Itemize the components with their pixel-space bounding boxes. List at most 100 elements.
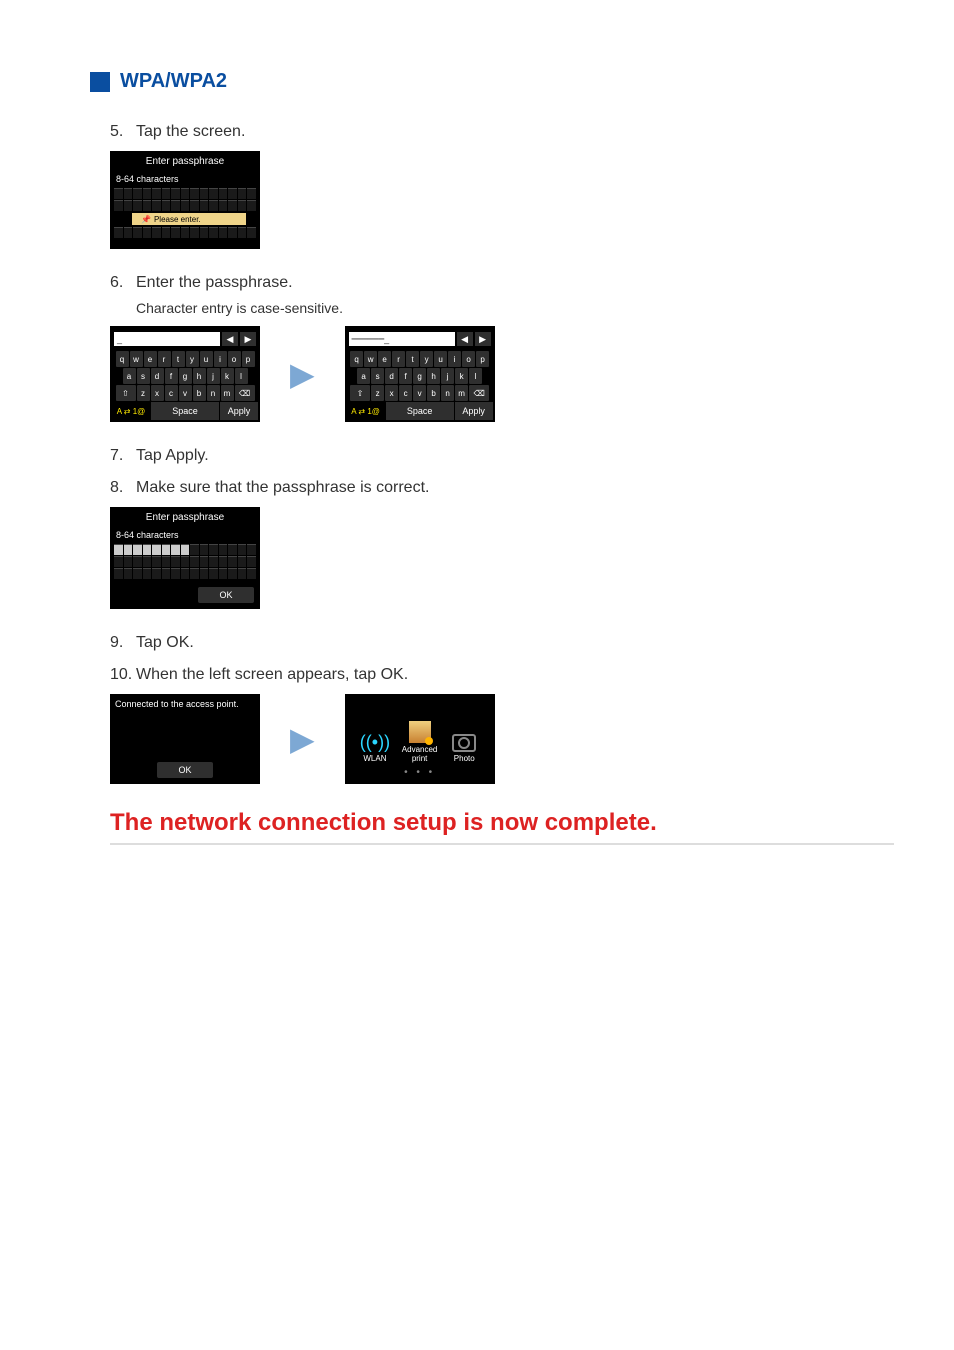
cursor-right-button[interactable]: ▶ bbox=[240, 332, 256, 346]
key-o[interactable]: o bbox=[462, 351, 475, 367]
completion-message: The network connection setup is now comp… bbox=[110, 809, 894, 845]
mode-key[interactable]: A ⇄ 1@ bbox=[112, 402, 150, 420]
keyboard-screen-after: ━━━━━━_ ◀ ▶ qwertyuiop asdfghjkl ⇧zxcvbn… bbox=[345, 326, 495, 422]
step-text: Enter the passphrase. bbox=[136, 274, 894, 292]
apply-key[interactable]: Apply bbox=[220, 402, 258, 420]
photo-label: Photo bbox=[454, 755, 475, 763]
key-w[interactable]: w bbox=[130, 351, 143, 367]
key-r[interactable]: r bbox=[392, 351, 405, 367]
key-d[interactable]: d bbox=[385, 368, 398, 384]
mode-key[interactable]: A ⇄ 1@ bbox=[347, 402, 385, 420]
text-field[interactable]: ━━━━━━_ bbox=[349, 332, 455, 346]
apply-key[interactable]: Apply bbox=[455, 402, 493, 420]
text-field[interactable]: _ bbox=[114, 332, 220, 346]
input-bar: _ ◀ ▶ bbox=[112, 328, 258, 350]
passphrase-confirm-screen: Enter passphrase 8-64 characters OK bbox=[110, 507, 260, 609]
key-b[interactable]: b bbox=[427, 385, 440, 401]
wlan-label: WLAN bbox=[363, 755, 386, 763]
ok-button[interactable]: OK bbox=[157, 762, 213, 778]
key-r[interactable]: r bbox=[158, 351, 171, 367]
key-a[interactable]: a bbox=[357, 368, 370, 384]
key-⇧[interactable]: ⇧ bbox=[116, 385, 136, 401]
advanced-print-icon bbox=[409, 721, 431, 743]
key-h[interactable]: h bbox=[427, 368, 440, 384]
key-i[interactable]: i bbox=[214, 351, 227, 367]
key-p[interactable]: p bbox=[476, 351, 489, 367]
connected-message: Connected to the access point. bbox=[115, 699, 255, 710]
step-number: 10. bbox=[110, 666, 136, 684]
key-a[interactable]: a bbox=[123, 368, 136, 384]
key-o[interactable]: o bbox=[228, 351, 241, 367]
step-text: Tap the screen. bbox=[136, 123, 894, 141]
key-h[interactable]: h bbox=[193, 368, 206, 384]
home-screen: ((•)) WLAN Advanced print Photo • • • bbox=[345, 694, 495, 784]
key-⇧[interactable]: ⇧ bbox=[350, 385, 370, 401]
key-l[interactable]: l bbox=[469, 368, 482, 384]
bullet-icon bbox=[90, 72, 110, 92]
key-b[interactable]: b bbox=[193, 385, 206, 401]
key-j[interactable]: j bbox=[441, 368, 454, 384]
key-m[interactable]: m bbox=[455, 385, 468, 401]
step-text: Tap Apply. bbox=[136, 447, 894, 465]
key-t[interactable]: t bbox=[172, 351, 185, 367]
key-w[interactable]: w bbox=[364, 351, 377, 367]
key-f[interactable]: f bbox=[399, 368, 412, 384]
key-q[interactable]: q bbox=[116, 351, 129, 367]
key-s[interactable]: s bbox=[371, 368, 384, 384]
tooltip-please-enter: 📌Please enter. bbox=[132, 213, 246, 225]
key-d[interactable]: d bbox=[151, 368, 164, 384]
key-e[interactable]: e bbox=[144, 351, 157, 367]
key-k[interactable]: k bbox=[455, 368, 468, 384]
wlan-item[interactable]: ((•)) WLAN bbox=[355, 733, 395, 763]
key-k[interactable]: k bbox=[221, 368, 234, 384]
key-u[interactable]: u bbox=[200, 351, 213, 367]
key-⌫[interactable]: ⌫ bbox=[235, 385, 255, 401]
key-p[interactable]: p bbox=[242, 351, 255, 367]
step-10: 10. When the left screen appears, tap OK… bbox=[110, 666, 894, 684]
key-u[interactable]: u bbox=[434, 351, 447, 367]
step-9: 9. Tap OK. bbox=[110, 634, 894, 652]
key-l[interactable]: l bbox=[235, 368, 248, 384]
step-number: 7. bbox=[110, 447, 136, 465]
cursor-left-button[interactable]: ◀ bbox=[222, 332, 238, 346]
passphrase-entry-screen: Enter passphrase 8-64 characters 📌Please… bbox=[110, 151, 260, 249]
space-key[interactable]: Space bbox=[151, 402, 219, 420]
key-e[interactable]: e bbox=[378, 351, 391, 367]
ok-button[interactable]: OK bbox=[198, 587, 254, 603]
key-g[interactable]: g bbox=[413, 368, 426, 384]
key-q[interactable]: q bbox=[350, 351, 363, 367]
key-v[interactable]: v bbox=[413, 385, 426, 401]
space-key[interactable]: Space bbox=[386, 402, 454, 420]
key-c[interactable]: c bbox=[165, 385, 178, 401]
key-z[interactable]: z bbox=[371, 385, 384, 401]
step-number: 5. bbox=[110, 123, 136, 141]
key-i[interactable]: i bbox=[448, 351, 461, 367]
key-g[interactable]: g bbox=[179, 368, 192, 384]
key-n[interactable]: n bbox=[441, 385, 454, 401]
keyboard[interactable]: qwertyuiop asdfghjkl ⇧zxcvbnm⌫ A ⇄ 1@ Sp… bbox=[347, 351, 493, 420]
cursor-right-button[interactable]: ▶ bbox=[475, 332, 491, 346]
key-v[interactable]: v bbox=[179, 385, 192, 401]
screen-title: Enter passphrase bbox=[110, 151, 260, 171]
key-f[interactable]: f bbox=[165, 368, 178, 384]
photo-item[interactable]: Photo bbox=[444, 734, 484, 763]
key-c[interactable]: c bbox=[399, 385, 412, 401]
key-z[interactable]: z bbox=[137, 385, 150, 401]
key-s[interactable]: s bbox=[137, 368, 150, 384]
step-6: 6. Enter the passphrase. bbox=[110, 274, 894, 292]
advanced-print-item[interactable]: Advanced print bbox=[400, 721, 440, 763]
key-x[interactable]: x bbox=[151, 385, 164, 401]
keyboard[interactable]: qwertyuiop asdfghjkl ⇧zxcvbnm⌫ A ⇄ 1@ Sp… bbox=[112, 351, 258, 420]
key-n[interactable]: n bbox=[207, 385, 220, 401]
key-⌫[interactable]: ⌫ bbox=[469, 385, 489, 401]
key-y[interactable]: y bbox=[186, 351, 199, 367]
advanced-print-label: Advanced print bbox=[400, 746, 440, 763]
key-t[interactable]: t bbox=[406, 351, 419, 367]
key-y[interactable]: y bbox=[420, 351, 433, 367]
key-x[interactable]: x bbox=[385, 385, 398, 401]
key-m[interactable]: m bbox=[221, 385, 234, 401]
key-j[interactable]: j bbox=[207, 368, 220, 384]
step-text: Tap OK. bbox=[136, 634, 894, 652]
step-6-sub: Character entry is case-sensitive. bbox=[136, 300, 894, 316]
cursor-left-button[interactable]: ◀ bbox=[457, 332, 473, 346]
